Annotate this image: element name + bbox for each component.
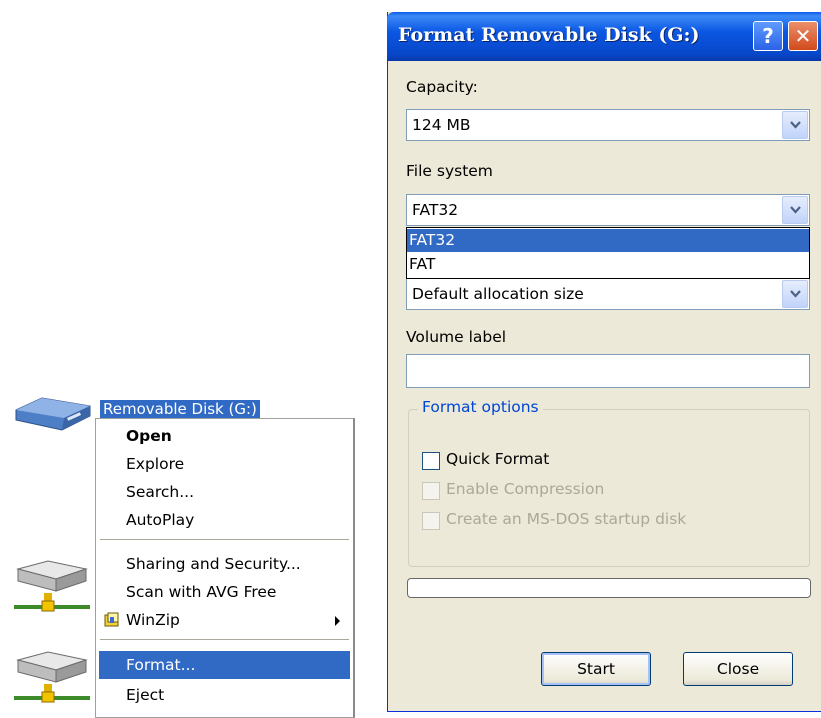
file-system-dropdown-list: FAT32 FAT — [406, 227, 810, 279]
chevron-down-icon[interactable] — [782, 280, 808, 308]
menu-item-format[interactable]: Format... — [99, 651, 350, 679]
format-dialog: Format Removable Disk (G:) ? ✕ Capacity:… — [387, 12, 821, 712]
context-menu: Open Explore Search... AutoPlay Sharing … — [95, 418, 355, 718]
submenu-arrow-icon — [335, 616, 340, 626]
menu-item-search[interactable]: Search... — [99, 478, 350, 506]
winzip-icon — [104, 612, 119, 627]
enable-compression-label: Enable Compression — [446, 480, 605, 498]
close-button[interactable]: Close — [683, 652, 793, 686]
capacity-label: Capacity: — [406, 78, 478, 96]
capacity-select[interactable]: 124 MB — [406, 109, 810, 141]
format-progress-bar — [407, 578, 811, 598]
chevron-down-icon[interactable] — [782, 111, 808, 139]
help-button[interactable]: ? — [753, 21, 783, 51]
enable-compression-checkbox — [422, 482, 440, 500]
ms-dos-startup-checkbox — [422, 512, 440, 530]
chevron-down-icon[interactable] — [782, 196, 808, 224]
quick-format-checkbox[interactable] — [422, 452, 440, 470]
capacity-value: 124 MB — [412, 116, 471, 134]
removable-disk-icon[interactable] — [12, 394, 94, 434]
network-drive-icon[interactable] — [12, 557, 92, 613]
allocation-size-select[interactable]: Default allocation size — [406, 278, 810, 310]
allocation-size-value: Default allocation size — [412, 285, 584, 303]
menu-item-winzip-label: WinZip — [126, 611, 180, 629]
file-system-select[interactable]: FAT32 — [406, 194, 810, 226]
quick-format-label[interactable]: Quick Format — [446, 450, 549, 468]
file-system-value: FAT32 — [412, 201, 459, 219]
menu-item-eject[interactable]: Eject — [99, 681, 350, 709]
format-options-title: Format options — [418, 398, 543, 416]
menu-separator — [100, 639, 349, 640]
menu-item-winzip[interactable]: WinZip — [99, 606, 350, 634]
dropdown-option-fat32[interactable]: FAT32 — [407, 229, 809, 252]
volume-label-label: Volume label — [406, 328, 507, 346]
ms-dos-startup-label: Create an MS-DOS startup disk — [446, 510, 687, 528]
close-icon[interactable]: ✕ — [788, 21, 818, 51]
menu-item-sharing-security[interactable]: Sharing and Security... — [99, 550, 350, 578]
volume-label-input[interactable] — [406, 354, 810, 388]
file-system-label: File system — [406, 162, 493, 180]
menu-item-explore[interactable]: Explore — [99, 450, 350, 478]
menu-item-scan-avg[interactable]: Scan with AVG Free — [99, 578, 350, 606]
dropdown-option-fat[interactable]: FAT — [407, 253, 809, 276]
network-drive-icon[interactable] — [12, 648, 92, 704]
menu-item-open[interactable]: Open — [99, 422, 350, 450]
removable-disk-label[interactable]: Removable Disk (G:) — [100, 400, 260, 418]
menu-separator — [100, 539, 349, 540]
dialog-titlebar[interactable]: Format Removable Disk (G:) ? ✕ — [387, 12, 821, 61]
menu-item-autoplay[interactable]: AutoPlay — [99, 506, 350, 534]
start-button[interactable]: Start — [541, 652, 651, 686]
dialog-title: Format Removable Disk (G:) — [398, 24, 700, 46]
